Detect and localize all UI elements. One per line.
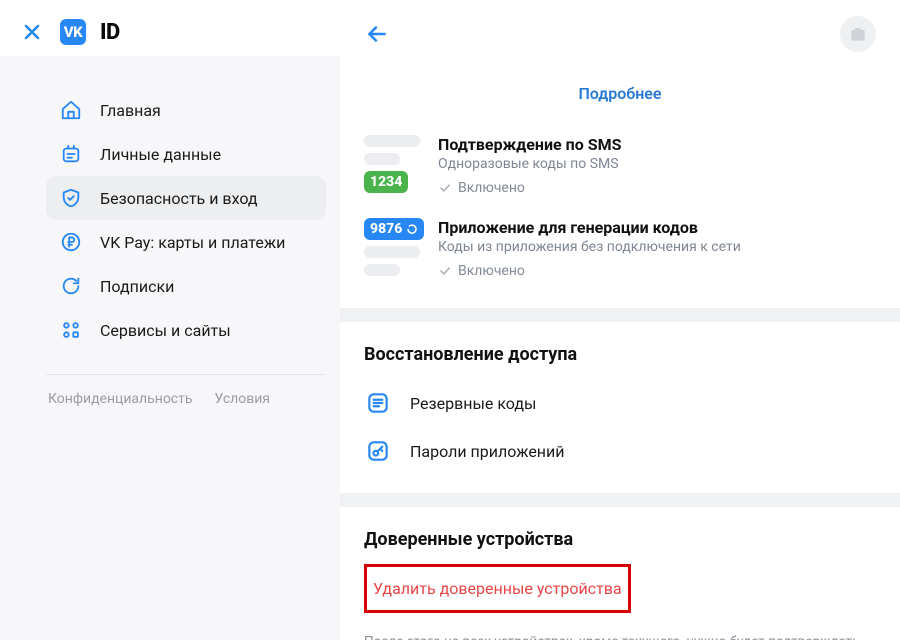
sidebar-item-label: Главная: [100, 101, 161, 120]
more-link[interactable]: Подробнее: [340, 60, 900, 127]
method-body: Подтверждение по SMS Одноразовые коды по…: [438, 135, 876, 196]
sidebar: VK ID Главная Личные данные Безопасно: [0, 0, 340, 640]
method-subtitle: Коды из приложения без подключения к сет…: [438, 239, 876, 255]
backup-codes-row[interactable]: Резервные коды: [340, 379, 900, 427]
trusted-devices-card: Доверенные устройства Удалить доверенные…: [340, 507, 900, 640]
sidebar-item-security[interactable]: Безопасность и вход: [46, 176, 326, 220]
sidebar-item-vkpay[interactable]: VK Pay: карты и платежи: [46, 220, 326, 264]
sidebar-item-personal[interactable]: Личные данные: [46, 132, 326, 176]
trusted-hint: После этого на всех устройствах, кроме т…: [340, 623, 900, 640]
method-title: Приложение для генерации кодов: [438, 218, 876, 237]
home-icon: [60, 99, 82, 121]
brand-word: ID: [100, 20, 120, 45]
app-passwords-row[interactable]: Пароли приложений: [340, 427, 900, 475]
list-icon: [364, 389, 392, 417]
sidebar-item-services[interactable]: Сервисы и сайты: [46, 308, 326, 352]
main-header: [340, 0, 900, 60]
method-sms[interactable]: 1234 Подтверждение по SMS Одноразовые ко…: [340, 127, 900, 210]
sidebar-item-label: Подписки: [100, 277, 174, 296]
sidebar-header: VK ID: [0, 0, 340, 56]
status-label: Включено: [458, 263, 525, 279]
key-icon: [364, 437, 392, 465]
sidebar-item-label: Безопасность и вход: [100, 189, 258, 208]
sidebar-divider: [46, 374, 326, 375]
id-card-icon: [60, 143, 82, 165]
back-button[interactable]: [364, 21, 390, 47]
row-label: Пароли приложений: [410, 442, 565, 461]
remove-trusted-devices-button[interactable]: Удалить доверенные устройства: [364, 564, 631, 613]
trusted-heading: Доверенные устройства: [340, 507, 900, 564]
method-app[interactable]: 9876 Приложение для генерации кодов Коды…: [340, 210, 900, 296]
method-status: Включено: [438, 263, 876, 279]
close-icon[interactable]: [18, 18, 46, 46]
method-title: Подтверждение по SMS: [438, 135, 876, 154]
avatar[interactable]: [840, 16, 876, 52]
ruble-icon: [60, 231, 82, 253]
recovery-heading: Восстановление доступа: [340, 322, 900, 379]
sidebar-item-label: VK Pay: карты и платежи: [100, 233, 285, 252]
sidebar-item-subscriptions[interactable]: Подписки: [46, 264, 326, 308]
terms-link[interactable]: Условия: [214, 391, 270, 407]
method-body: Приложение для генерации кодов Коды из п…: [438, 218, 876, 279]
row-label: Резервные коды: [410, 394, 536, 413]
method-status: Включено: [438, 180, 876, 196]
app-thumb: 9876: [364, 218, 420, 282]
method-subtitle: Одноразовые коды по SMS: [438, 156, 876, 172]
app-root: VK ID Главная Личные данные Безопасно: [0, 0, 900, 640]
refresh-icon: [60, 275, 82, 297]
shield-icon: [60, 187, 82, 209]
sidebar-item-home[interactable]: Главная: [46, 88, 326, 132]
recovery-card: Восстановление доступа Резервные коды Па…: [340, 322, 900, 493]
vk-logo-icon: VK: [60, 19, 86, 45]
grid-icon: [60, 319, 82, 341]
sms-badge: 1234: [364, 171, 408, 193]
status-label: Включено: [458, 180, 525, 196]
app-badge: 9876: [364, 218, 424, 240]
sms-thumb: 1234: [364, 135, 420, 193]
sidebar-item-label: Личные данные: [100, 145, 221, 164]
sidebar-nav: Главная Личные данные Безопасность и вхо…: [0, 56, 340, 352]
main-content: Подробнее 1234 Подтверждение по SMS Одно…: [340, 0, 900, 640]
two-factor-card: Подробнее 1234 Подтверждение по SMS Одно…: [340, 60, 900, 308]
sidebar-footer-links: Конфиденциальность Условия: [0, 391, 340, 407]
privacy-link[interactable]: Конфиденциальность: [48, 391, 192, 407]
sidebar-item-label: Сервисы и сайты: [100, 321, 231, 340]
